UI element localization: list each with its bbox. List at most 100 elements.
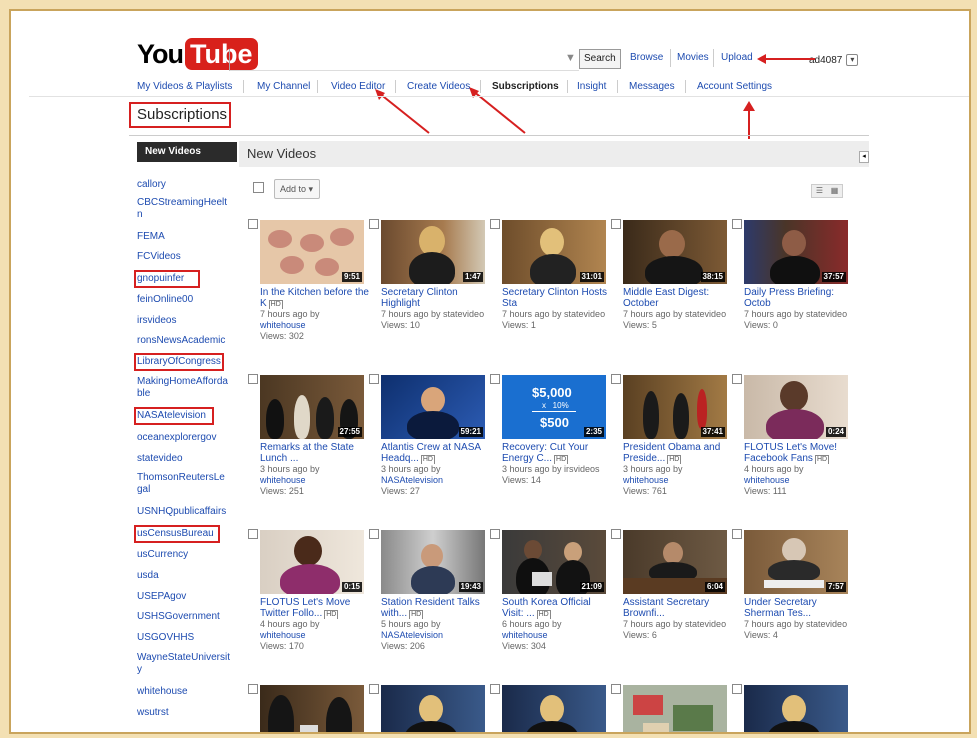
nav-account-settings[interactable]: Account Settings	[697, 81, 772, 92]
video-tile[interactable]: 0:24 FLOTUS Let's Move! Facebook Fans HD …	[732, 374, 862, 497]
video-thumbnail[interactable]: 6:04	[623, 530, 727, 594]
uploader-link[interactable]: whitehouse	[502, 630, 548, 640]
select-all-checkbox[interactable]	[253, 182, 264, 193]
uploader-link[interactable]: whitehouse	[260, 630, 306, 640]
video-thumbnail[interactable]: 37:57	[744, 220, 848, 284]
uploader-link[interactable]: whitehouse	[744, 475, 790, 485]
sidebar-item-oceanexplorer[interactable]: oceanexplorergov	[137, 432, 233, 444]
sidebar-item-whitehouse[interactable]: whitehouse	[137, 686, 233, 698]
sidebar-item-wsutrst[interactable]: wsutrst	[137, 707, 233, 719]
list-view-icon[interactable]: ☰	[812, 185, 827, 197]
video-title[interactable]: Remarks at the State Lunch ...	[260, 442, 370, 464]
sidebar-item-libraryofcongress[interactable]: LibraryOfCongress	[134, 353, 224, 371]
video-checkbox[interactable]	[490, 219, 500, 229]
video-tile[interactable]: 19:43 Station Resident Talks with... HD 5…	[369, 529, 499, 652]
view-toggle[interactable]: ☰ ▦	[811, 184, 843, 198]
uploader-link[interactable]: whitehouse	[260, 475, 306, 485]
video-thumbnail[interactable]	[381, 685, 485, 732]
video-title[interactable]: Middle East Digest: October	[623, 287, 733, 309]
video-title[interactable]: In the Kitchen before the K HD	[260, 287, 370, 309]
video-checkbox[interactable]	[248, 219, 258, 229]
sidebar-item-fcvideos[interactable]: FCVideos	[137, 251, 233, 263]
video-thumbnail[interactable]: 27:55	[260, 375, 364, 439]
video-thumbnail[interactable]: 31:01	[502, 220, 606, 284]
video-tile[interactable]	[369, 684, 499, 732]
sidebar-item-irsvideos[interactable]: irsvideos	[137, 315, 233, 327]
search-button[interactable]: Search	[579, 49, 621, 69]
video-tile[interactable]: 31:01 Secretary Clinton Hosts Sta 7 hour…	[490, 219, 620, 331]
video-tile[interactable]: 27:55 Remarks at the State Lunch ... 3 h…	[248, 374, 378, 497]
video-checkbox[interactable]	[248, 529, 258, 539]
video-thumbnail[interactable]: 0:24	[744, 375, 848, 439]
add-to-button[interactable]: Add to ▾	[274, 179, 320, 199]
sidebar-item-cbc[interactable]: CBCStreamingHeelt n	[137, 197, 233, 221]
video-thumbnail[interactable]	[260, 685, 364, 732]
video-tile[interactable]: 0:15 FLOTUS Let's Move Twitter Follo... H…	[248, 529, 378, 652]
video-title[interactable]: Recovery: Cut Your Energy C... HD	[502, 442, 612, 464]
video-tile[interactable]: 37:41 President Obama and Preside... HD 3…	[611, 374, 741, 497]
sidebar-item-nasatelevision[interactable]: NASAtelevision	[134, 407, 214, 425]
video-tile[interactable]: 9:51 In the Kitchen before the K HD 7 hou…	[248, 219, 378, 342]
browse-link[interactable]: Browse	[630, 52, 663, 63]
video-thumbnail[interactable]	[502, 685, 606, 732]
sidebar-new-videos[interactable]: New Videos	[137, 142, 237, 162]
movies-link[interactable]: Movies	[677, 52, 709, 63]
sidebar-item-usgovhhs[interactable]: USGOVHHS	[137, 632, 233, 644]
sidebar-item-uscurrency[interactable]: usCurrency	[137, 549, 233, 561]
video-tile[interactable]: $5,000 x 10% $500 2:35 Recovery: Cut You…	[490, 374, 620, 486]
video-title[interactable]: South Korea Official Visit: ... HD	[502, 597, 612, 619]
video-tile[interactable]	[490, 684, 620, 732]
sidebar-item-ronsnews[interactable]: ronsNewsAcademic	[137, 335, 233, 347]
account-caret-icon[interactable]: ▾	[846, 54, 859, 66]
video-thumbnail[interactable]: $5,000 x 10% $500 2:35	[502, 375, 606, 439]
nav-insight[interactable]: Insight	[577, 81, 606, 92]
grid-view-icon[interactable]: ▦	[827, 185, 842, 197]
sidebar-item-usda[interactable]: usda	[137, 570, 233, 582]
nav-video-editor[interactable]: Video Editor	[331, 81, 385, 92]
video-checkbox[interactable]	[611, 219, 621, 229]
nav-my-channel[interactable]: My Channel	[257, 81, 310, 92]
video-tile[interactable]: 21:09 South Korea Official Visit: ... HD …	[490, 529, 620, 652]
video-checkbox[interactable]	[490, 684, 500, 694]
sidebar-item-usepagov[interactable]: USEPAgov	[137, 591, 233, 603]
sidebar-item-gnopuinfer[interactable]: gnopuinfer	[134, 270, 200, 288]
sidebar-item-makinghome[interactable]: MakingHomeAfforda ble	[137, 376, 233, 400]
video-checkbox[interactable]	[369, 684, 379, 694]
video-thumbnail[interactable]: 21:09	[502, 530, 606, 594]
video-checkbox[interactable]	[732, 684, 742, 694]
video-checkbox[interactable]	[248, 374, 258, 384]
video-checkbox[interactable]	[732, 374, 742, 384]
video-tile[interactable]	[248, 684, 378, 732]
video-checkbox[interactable]	[732, 529, 742, 539]
nav-messages[interactable]: Messages	[629, 81, 675, 92]
video-thumbnail[interactable]: 37:41	[623, 375, 727, 439]
video-checkbox[interactable]	[490, 529, 500, 539]
sidebar-item-usnhq[interactable]: USNHQpublicaffairs	[137, 506, 233, 518]
video-tile[interactable]: 7:57 Under Secretary Sherman Tes... 7 ho…	[732, 529, 862, 641]
video-checkbox[interactable]	[369, 374, 379, 384]
video-checkbox[interactable]	[248, 684, 258, 694]
sidebar-item-fema[interactable]: FEMA	[137, 231, 233, 243]
sidebar-item-feinonline[interactable]: feinOnline00	[137, 294, 233, 306]
video-tile[interactable]: 37:57 Daily Press Briefing: Octob 7 hour…	[732, 219, 862, 331]
video-tile[interactable]	[611, 684, 741, 732]
video-thumbnail[interactable]: 7:57	[744, 530, 848, 594]
nav-subscriptions[interactable]: Subscriptions	[492, 81, 559, 92]
microphone-icon[interactable]: ▼	[565, 52, 576, 64]
video-checkbox[interactable]	[611, 374, 621, 384]
sidebar-item-callory[interactable]: callory	[137, 179, 233, 191]
uploader-link[interactable]: NASAtelevision	[381, 475, 443, 485]
upload-link[interactable]: Upload	[721, 52, 753, 63]
video-thumbnail[interactable]: 19:43	[381, 530, 485, 594]
uploader-link[interactable]: NASAtelevision	[381, 630, 443, 640]
sidebar-item-uscensusbureau[interactable]: usCensusBureau	[134, 525, 220, 543]
video-checkbox[interactable]	[611, 684, 621, 694]
video-checkbox[interactable]	[732, 219, 742, 229]
video-checkbox[interactable]	[611, 529, 621, 539]
nav-my-videos[interactable]: My Videos & Playlists	[137, 81, 232, 92]
video-thumbnail[interactable]: 38:15	[623, 220, 727, 284]
video-title[interactable]: President Obama and Preside... HD	[623, 442, 733, 464]
sidebar-item-ushsgov[interactable]: USHSGovernment	[137, 611, 233, 623]
video-title[interactable]: Daily Press Briefing: Octob	[744, 287, 854, 309]
video-thumbnail[interactable]: 9:51	[260, 220, 364, 284]
